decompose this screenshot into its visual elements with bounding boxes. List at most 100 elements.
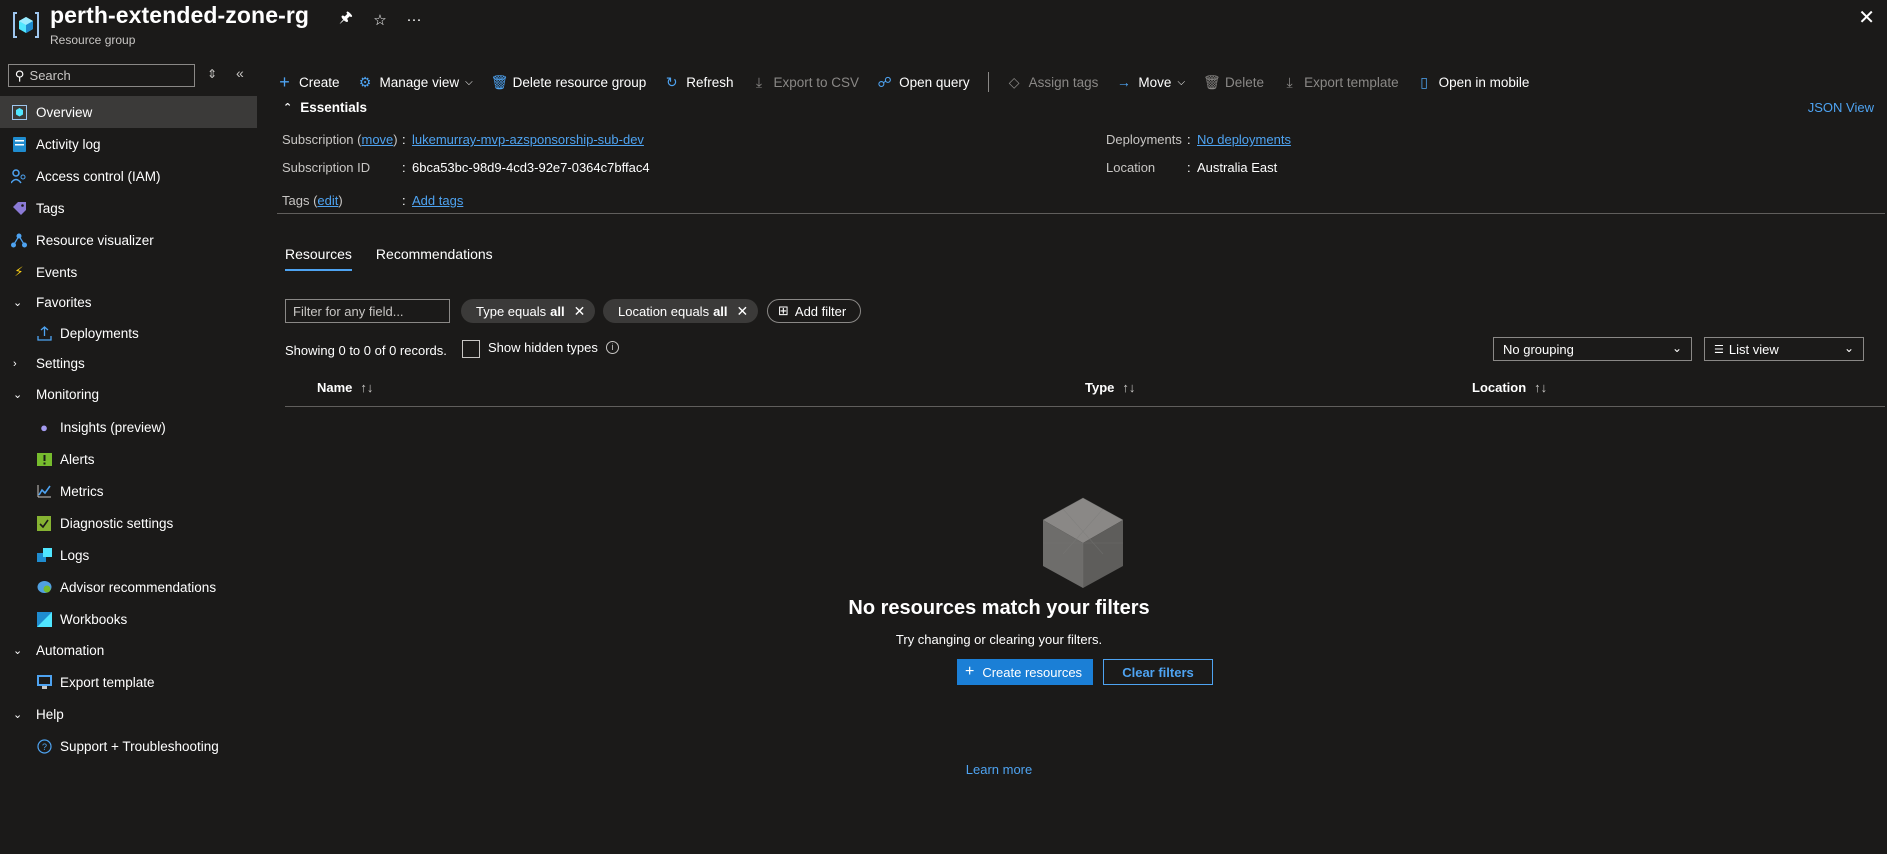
sidebar-item-events[interactable]: ⚡ Events (0, 256, 257, 288)
column-header-location[interactable]: Location ↑↓ (1472, 380, 1547, 395)
view-dropdown[interactable]: ☰ List view ⌄ (1704, 337, 1864, 361)
chevron-right-icon: › (13, 357, 17, 370)
sidebar-item-support[interactable]: ? Support + Troubleshooting (0, 729, 257, 763)
type-filter-value: all (550, 303, 565, 319)
sidebar-item-diagnostic-settings[interactable]: Diagnostic settings (0, 507, 257, 539)
sidebar-item-activity-log[interactable]: Activity log (0, 128, 257, 160)
column-header-name[interactable]: Name ↑↓ (317, 380, 373, 395)
delete-button[interactable]: 🗑 Delete (1203, 74, 1264, 91)
sidebar-item-label: Alerts (60, 451, 95, 467)
move-link[interactable]: move (362, 132, 394, 147)
json-view-link[interactable]: JSON View (1808, 100, 1874, 115)
subscription-id-label: Subscription ID (282, 160, 371, 175)
move-button[interactable]: → Move ⌵ (1116, 74, 1185, 90)
learn-more-link[interactable]: Learn more (277, 762, 1887, 777)
chevron-down-icon: ⌄ (13, 297, 23, 309)
download-icon: ⤓ (1286, 73, 1293, 90)
export-csv-label: Export to CSV (773, 74, 860, 90)
type-filter-pill[interactable]: Type equals all ✕ (461, 299, 596, 323)
sidebar-item-insights[interactable]: ● Insights (preview) (0, 411, 257, 443)
location-value: Australia East (1197, 160, 1278, 175)
sidebar-group-help[interactable]: ⌄ Help (0, 699, 257, 729)
more-icon[interactable]: ··· (404, 11, 424, 28)
sidebar-item-overview[interactable]: Overview (0, 96, 257, 128)
sidebar-group-favorites[interactable]: ⌄ Favorites (0, 288, 257, 317)
chevron-down-icon: ⌄ (13, 389, 23, 401)
refresh-button[interactable]: ↻ Refresh (664, 73, 734, 91)
tab-resources[interactable]: Resources (285, 246, 352, 271)
sidebar-item-export-template[interactable]: Export template (0, 665, 257, 699)
deployments-link[interactable]: No deployments (1197, 132, 1291, 147)
sidebar-item-deployments[interactable]: Deployments (0, 317, 257, 349)
help-icon: ? (36, 738, 52, 754)
sidebar-item-iam[interactable]: Access control (IAM) (0, 160, 257, 192)
export-csv-button[interactable]: ⤓ Export to CSV (752, 74, 860, 91)
sidebar-item-alerts[interactable]: Alerts (0, 443, 257, 475)
view-value: List view (1728, 341, 1779, 357)
sidebar-group-monitoring[interactable]: ⌄ Monitoring (0, 378, 257, 411)
open-in-mobile-label: Open in mobile (1438, 74, 1530, 90)
essentials-toggle[interactable]: ⌃ Essentials (283, 100, 367, 115)
sidebar-group-settings[interactable]: › Settings (0, 349, 257, 378)
collapse-sidebar-icon[interactable]: « (236, 65, 244, 81)
filter-input[interactable] (285, 299, 450, 323)
create-button-label: Create (299, 74, 340, 90)
sidebar-item-resource-visualizer[interactable]: Resource visualizer (0, 224, 257, 256)
logs-icon (36, 547, 52, 563)
delete-resource-group-label: Delete resource group (512, 74, 647, 90)
add-tags-link[interactable]: Add tags (412, 193, 463, 208)
open-in-mobile-button[interactable]: ▯ Open in mobile (1417, 74, 1530, 91)
location-filter-pill[interactable]: Location equals all ✕ (603, 299, 759, 323)
colon: : (1187, 132, 1191, 147)
sidebar-item-tags[interactable]: Tags (0, 192, 257, 224)
create-resources-button[interactable]: + Create resources (957, 659, 1093, 685)
search-icon: ⚲ (15, 67, 25, 83)
add-filter-button[interactable]: ⊞ Add filter (767, 299, 862, 323)
sidebar-item-workbooks[interactable]: Workbooks (0, 603, 257, 635)
expand-collapse-icon[interactable]: ⇕ (207, 67, 217, 81)
manage-view-button[interactable]: ⚙ Manage view ⌵ (358, 74, 473, 91)
chevron-down-icon: ⌄ (1843, 341, 1854, 355)
iam-icon (11, 168, 27, 184)
sidebar-group-automation[interactable]: ⌄ Automation (0, 635, 257, 665)
sidebar-item-metrics[interactable]: Metrics (0, 475, 257, 507)
empty-cube-icon (1042, 497, 1124, 588)
sidebar-item-logs[interactable]: Logs (0, 539, 257, 571)
close-icon[interactable]: ✕ (574, 303, 586, 320)
clear-filters-button[interactable]: Clear filters (1103, 659, 1213, 685)
location-label: Location (1106, 160, 1156, 175)
sidebar-search[interactable]: ⚲ (8, 64, 195, 87)
sidebar-item-advisor[interactable]: Advisor recommendations (0, 571, 257, 603)
info-icon[interactable]: i (606, 341, 619, 354)
advisor-icon (36, 579, 52, 595)
show-hidden-types-checkbox[interactable] (462, 340, 480, 358)
create-button[interactable]: + Create (277, 72, 340, 93)
export-template-button[interactable]: ⤓ Export template (1282, 73, 1398, 91)
column-header-label: Location (1472, 380, 1527, 395)
tags-label: Tags (edit) (282, 193, 343, 208)
chevron-up-icon: ⌃ (283, 102, 293, 114)
edit-tags-link[interactable]: edit (317, 193, 338, 208)
activity-log-icon (11, 136, 27, 152)
learn-more-label[interactable]: Learn more (966, 762, 1032, 777)
add-filter-label: Add filter (794, 303, 847, 319)
open-query-button[interactable]: ☍ Open query (877, 74, 969, 91)
pin-icon[interactable]: 🖈 (336, 7, 356, 32)
tab-recommendations[interactable]: Recommendations (376, 246, 493, 271)
type-filter-label: Type equals (476, 303, 547, 319)
sidebar-search-input[interactable] (29, 68, 180, 83)
close-icon[interactable]: ✕ (1858, 5, 1875, 30)
assign-tags-button[interactable]: ◇ Assign tags (1007, 74, 1099, 91)
close-icon[interactable]: ✕ (737, 303, 749, 320)
visualizer-icon (11, 232, 27, 248)
chevron-down-icon: ⌄ (13, 708, 23, 721)
subscription-link[interactable]: lukemurray-mvp-azsponsorship-sub-dev (412, 132, 644, 147)
command-bar: + Create ⚙ Manage view ⌵ 🗑 Delete resour… (277, 64, 1547, 100)
star-icon[interactable]: ☆ (370, 11, 390, 29)
column-header-type[interactable]: Type ↑↓ (1085, 380, 1135, 395)
refresh-icon: ↻ (665, 73, 678, 90)
sidebar-nav: Overview Activity log Access control (IA… (0, 96, 257, 763)
sidebar: ⚲ ⇕ « Overview Activity log Access contr… (0, 56, 257, 854)
grouping-dropdown[interactable]: No grouping ⌄ (1493, 337, 1692, 361)
delete-resource-group-button[interactable]: 🗑 Delete resource group (491, 74, 647, 91)
